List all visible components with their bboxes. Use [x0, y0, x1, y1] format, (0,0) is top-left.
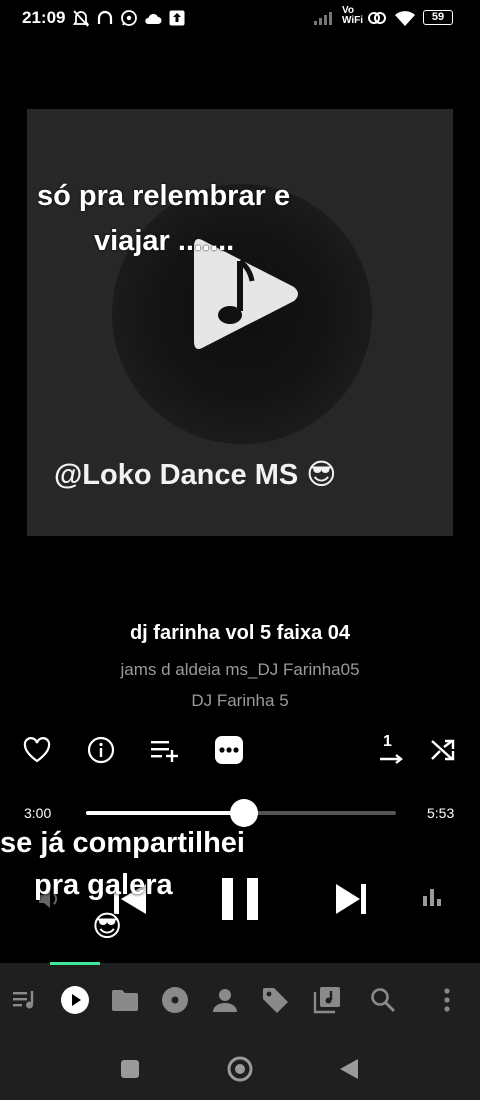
track-album[interactable]: DJ Farinha 5 — [0, 691, 480, 711]
more-vert-icon — [444, 988, 450, 1012]
album-art-watermark: @Loko Dance MS 😎 — [54, 459, 337, 491]
tag-icon — [263, 988, 288, 1013]
tab-queue[interactable] — [10, 985, 40, 1015]
tab-albums[interactable] — [160, 985, 190, 1015]
add-to-queue-icon — [151, 741, 178, 762]
track-artist[interactable]: jams d aldeia ms_DJ Farinha05 — [0, 660, 480, 680]
tab-playlists[interactable] — [312, 985, 342, 1015]
tab-search[interactable] — [368, 985, 398, 1015]
cloud-icon — [144, 9, 162, 27]
sync-icon — [367, 9, 387, 27]
status-bar: 21:09 Vo WiFi 59 — [0, 0, 480, 36]
play-order-badge: 1 — [383, 733, 392, 750]
tab-menu[interactable] — [432, 985, 462, 1015]
heart-icon — [23, 737, 51, 763]
library-music-icon — [313, 987, 340, 1014]
tab-now-playing[interactable] — [60, 985, 90, 1015]
track-title: dj farinha vol 5 faixa 04 — [129, 622, 351, 644]
caption-overlay: se já compartilhei pra galera 😎 — [0, 827, 245, 943]
add-to-queue-button[interactable] — [150, 735, 180, 765]
back-button[interactable] — [338, 1058, 360, 1085]
shuffle-icon — [431, 739, 455, 761]
equalizer-button[interactable] — [421, 887, 443, 912]
play-order-button[interactable]: 1 — [377, 733, 407, 765]
vowifi-label: Vo WiFi — [342, 5, 364, 26]
tab-artists[interactable] — [210, 985, 240, 1015]
info-button[interactable] — [86, 735, 116, 765]
tab-folders[interactable] — [110, 985, 140, 1015]
album-art-overlay-text: só pra relembrar e viajar ....... — [37, 180, 291, 257]
recents-button[interactable] — [120, 1059, 140, 1084]
next-button[interactable] — [334, 882, 368, 921]
info-icon — [87, 736, 115, 764]
play-order-icon — [380, 754, 403, 764]
play-circle-icon — [61, 986, 89, 1014]
wifi-icon — [394, 9, 416, 27]
skip-next-icon — [336, 884, 366, 914]
back-triangle-icon — [340, 1059, 358, 1079]
battery-level: 59 — [431, 11, 445, 23]
recents-square-icon — [121, 1060, 139, 1078]
person-icon — [213, 989, 237, 1012]
favorite-button[interactable] — [22, 735, 52, 765]
home-button[interactable] — [227, 1056, 253, 1087]
battery-icon: 59 — [423, 10, 453, 25]
tab-tags[interactable] — [260, 985, 290, 1015]
headphones-icon — [97, 9, 113, 27]
clock: 21:09 — [22, 8, 66, 27]
total-duration: 5:53 — [427, 805, 455, 821]
more-icon — [215, 736, 243, 764]
shuffle-button[interactable] — [428, 735, 458, 765]
active-tab-indicator — [50, 962, 100, 965]
equalizer-icon — [423, 889, 441, 906]
signal-icon — [314, 9, 336, 27]
whatsapp-icon — [120, 9, 138, 27]
upload-icon — [169, 9, 185, 27]
home-circle-icon — [227, 1056, 253, 1082]
queue-music-icon — [13, 991, 34, 1009]
folder-icon — [112, 990, 138, 1011]
album-icon — [162, 987, 188, 1013]
search-icon — [371, 988, 396, 1013]
album-art: só pra relembrar e viajar ....... @Loko … — [27, 109, 453, 536]
more-button[interactable] — [214, 735, 244, 765]
dnd-icon — [73, 9, 89, 27]
elapsed-time: 3:00 — [24, 805, 52, 821]
seek-bar-progress — [86, 811, 245, 815]
